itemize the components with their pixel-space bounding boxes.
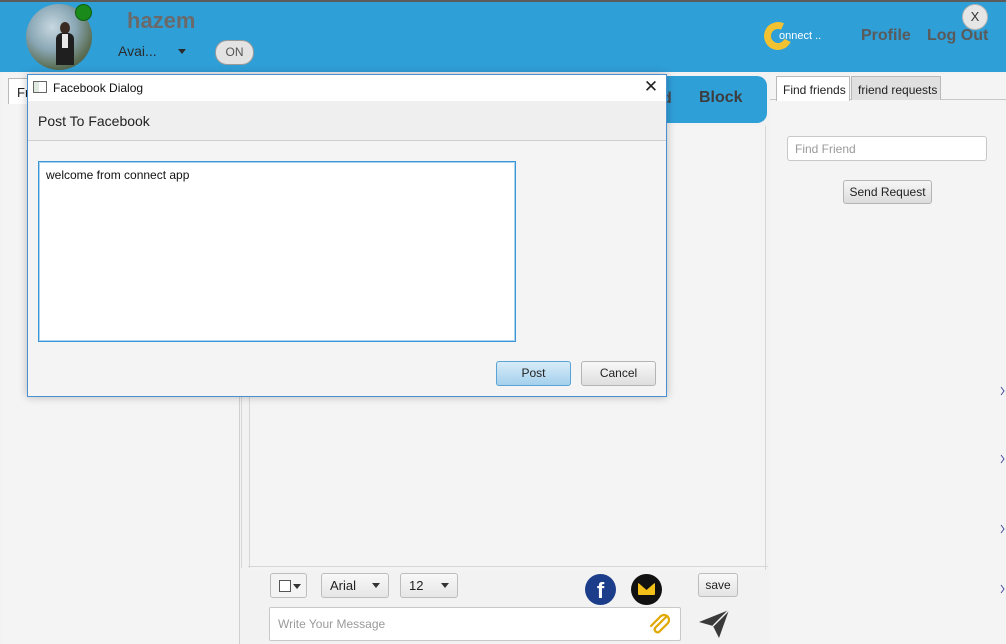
post-textarea[interactable]: welcome from connect app bbox=[38, 161, 516, 342]
chevron-down-icon[interactable] bbox=[178, 49, 186, 54]
post-button[interactable]: Post bbox=[496, 361, 571, 386]
send-request-button[interactable]: Send Request bbox=[843, 180, 932, 204]
font-size-select[interactable]: 12 bbox=[400, 573, 458, 598]
dialog-header: Post To Facebook bbox=[28, 101, 666, 141]
close-app-button[interactable]: X bbox=[962, 4, 988, 30]
envelope-shape bbox=[638, 583, 655, 595]
dialog-close-button[interactable]: ✕ bbox=[642, 78, 660, 96]
status-toggle[interactable]: ON bbox=[215, 40, 254, 65]
save-button[interactable]: save bbox=[698, 573, 738, 597]
find-friend-input[interactable] bbox=[787, 136, 987, 161]
username: hazem bbox=[127, 8, 196, 33]
message-input[interactable] bbox=[269, 607, 681, 641]
facebook-icon[interactable]: f bbox=[585, 574, 616, 605]
tab-friend-requests[interactable]: friend requests bbox=[851, 76, 941, 100]
dialog-titlebar[interactable]: Facebook Dialog ✕ bbox=[28, 75, 666, 101]
paperclip-icon[interactable] bbox=[646, 611, 672, 637]
dialog-heading: Post To Facebook bbox=[38, 113, 150, 129]
font-family-select[interactable]: Arial bbox=[321, 573, 389, 598]
font-family-value: Arial bbox=[330, 578, 357, 593]
chevron-down-icon bbox=[372, 583, 380, 588]
logo-text: onnect .. bbox=[779, 30, 822, 42]
edge-markers bbox=[1000, 386, 1005, 594]
mail-icon[interactable] bbox=[631, 574, 662, 605]
facebook-dialog: Facebook Dialog ✕ Post To Facebook welco… bbox=[27, 74, 667, 397]
color-swatch bbox=[279, 580, 291, 592]
cancel-button[interactable]: Cancel bbox=[581, 361, 656, 386]
presence-select[interactable]: Avai... bbox=[118, 43, 157, 59]
avatar-person-shirt bbox=[62, 34, 68, 48]
logout-link[interactable]: Log Out bbox=[927, 27, 988, 45]
chevron-down-icon bbox=[441, 583, 449, 588]
online-status-icon bbox=[75, 4, 92, 21]
chevron-down-icon bbox=[293, 584, 301, 589]
color-picker[interactable] bbox=[270, 573, 307, 598]
divider bbox=[248, 566, 768, 567]
send-icon[interactable] bbox=[697, 608, 731, 640]
connect-logo: onnect .. bbox=[760, 18, 830, 54]
font-size-value: 12 bbox=[409, 578, 424, 593]
block-button[interactable]: Block bbox=[699, 89, 743, 107]
dialog-title: Facebook Dialog bbox=[53, 81, 144, 95]
tab-find-friends[interactable]: Find friends bbox=[776, 76, 850, 101]
profile-link[interactable]: Profile bbox=[861, 27, 911, 45]
window-icon bbox=[33, 81, 47, 93]
